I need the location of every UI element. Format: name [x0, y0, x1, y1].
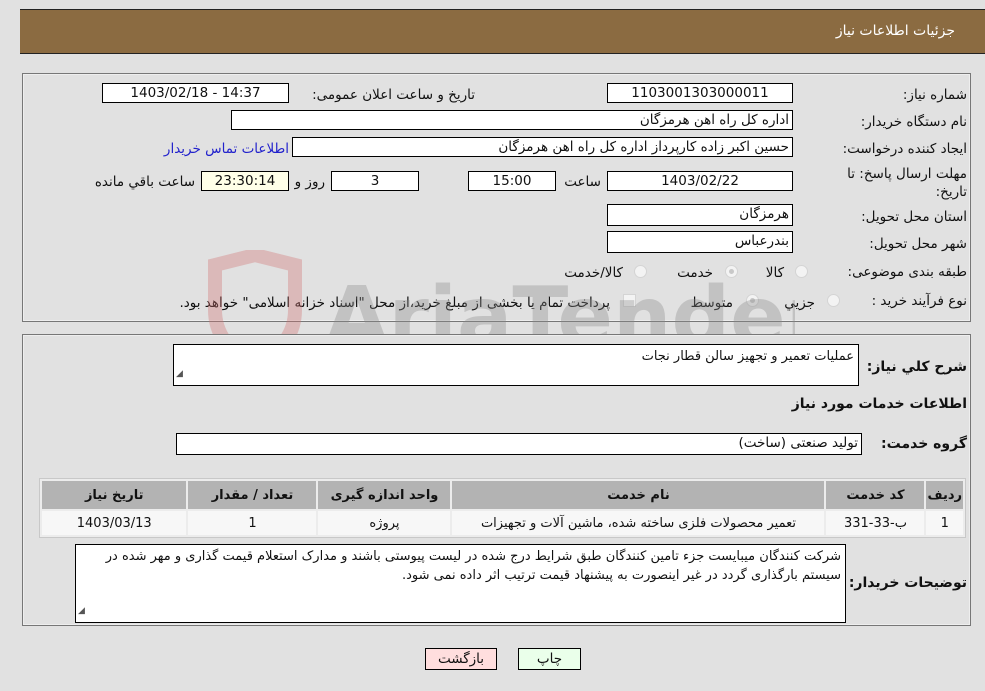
- buyer-notes-text: شرکت کنندگان میبایست جزء تامین کنندگان ط…: [105, 549, 841, 583]
- buyer-contact-link[interactable]: اطلاعات تماس خریدار: [164, 141, 289, 157]
- col-row-number: ردیف: [926, 481, 963, 509]
- page-title: جزئیات اطلاعات نیاز: [835, 23, 955, 39]
- resize-grip-icon[interactable]: ◢: [176, 365, 183, 384]
- buyer-notes-label: توضیحات خریدار:: [848, 575, 967, 591]
- category-option-goods: کالا: [765, 265, 784, 281]
- requester-label: ایجاد کننده درخواست:: [842, 141, 967, 157]
- purchase-type-option-minor: جزیي: [784, 295, 815, 311]
- announce-datetime-field[interactable]: 1403/02/18 - 14:37: [102, 83, 289, 103]
- days-label: روز و: [294, 174, 325, 190]
- col-quantity: تعداد / مقدار: [188, 481, 317, 509]
- purchase-type-radio-medium[interactable]: [746, 294, 759, 307]
- purchase-type-label: نوع فرآیند خرید :: [871, 293, 967, 309]
- resize-grip-icon[interactable]: ◢: [78, 602, 85, 621]
- col-unit: واحد اندازه گیری: [318, 481, 451, 509]
- remaining-label: ساعت باقي مانده: [94, 174, 195, 190]
- need-number-field[interactable]: 1103001303000011: [607, 83, 793, 103]
- services-heading: اطلاعات خدمات مورد نیاز: [791, 396, 967, 412]
- table-row: 1 ب-33-331 تعمیر محصولات فلزی ساخته شده،…: [42, 511, 963, 535]
- deadline-time-field[interactable]: 15:00: [468, 171, 556, 191]
- services-table: ردیف کد خدمت نام خدمت واحد اندازه گیری ت…: [39, 478, 966, 538]
- treasury-checkbox[interactable]: [623, 294, 636, 307]
- category-radio-goods-service[interactable]: [634, 265, 647, 278]
- buyer-notes-textarea[interactable]: شرکت کنندگان میبایست جزء تامین کنندگان ط…: [75, 544, 846, 623]
- description-label: شرح کلي نیاز:: [866, 359, 967, 375]
- category-radio-service[interactable]: [725, 265, 738, 278]
- treasury-note: پرداخت تمام یا بخشی از مبلغ خرید،از محل …: [179, 295, 610, 311]
- announce-datetime-label: تاریخ و ساعت اعلان عمومی:: [312, 87, 475, 103]
- city-field[interactable]: بندرعباس: [607, 231, 793, 253]
- purchase-type-radio-minor[interactable]: [827, 294, 840, 307]
- cell-need-date: 1403/03/13: [42, 511, 187, 535]
- page-header: جزئیات اطلاعات نیاز: [20, 9, 985, 54]
- table-header-row: ردیف کد خدمت نام خدمت واحد اندازه گیری ت…: [42, 481, 963, 509]
- print-button[interactable]: چاپ: [518, 648, 581, 670]
- city-label: شهر محل تحویل:: [869, 236, 967, 252]
- category-option-goods-service: کالا/خدمت: [564, 265, 623, 281]
- province-label: استان محل تحویل:: [861, 209, 967, 225]
- purchase-type-option-medium: متوسط: [690, 295, 733, 311]
- deadline-label: مهلت ارسال پاسخ: تا تاریخ:: [847, 166, 967, 200]
- description-text: عملیات تعمیر و تجهیز سالن قطار نجات: [641, 349, 854, 364]
- service-group-label: گروه خدمت:: [881, 436, 967, 452]
- cell-unit: پروژه: [318, 511, 451, 535]
- requester-field[interactable]: حسین اکبر زاده کارپرداز اداره کل راه اهن…: [292, 137, 793, 157]
- remaining-time-field: 23:30:14: [201, 171, 289, 191]
- province-field[interactable]: هرمزگان: [607, 204, 793, 226]
- buyer-org-field[interactable]: اداره کل راه اهن هرمزگان: [231, 110, 793, 130]
- cell-quantity: 1: [188, 511, 317, 535]
- need-number-label: شماره نیاز:: [902, 87, 967, 103]
- col-service-name: نام خدمت: [452, 481, 825, 509]
- category-radio-goods[interactable]: [795, 265, 808, 278]
- cell-service-code: ب-33-331: [826, 511, 925, 535]
- back-button[interactable]: بازگشت: [425, 648, 497, 670]
- buyer-org-label: نام دستگاه خریدار:: [860, 114, 967, 130]
- service-group-field[interactable]: تولید صنعتی (ساخت): [176, 433, 862, 455]
- category-option-service: خدمت: [677, 265, 713, 281]
- deadline-date-field[interactable]: 1403/02/22: [607, 171, 793, 191]
- cell-row-number: 1: [926, 511, 963, 535]
- deadline-time-label: ساعت: [564, 174, 601, 190]
- cell-service-name: تعمیر محصولات فلزی ساخته شده، ماشین آلات…: [452, 511, 825, 535]
- col-service-code: کد خدمت: [826, 481, 925, 509]
- description-textarea[interactable]: عملیات تعمیر و تجهیز سالن قطار نجات ◢: [173, 344, 859, 386]
- category-label: طبقه بندی موضوعی:: [847, 264, 967, 280]
- remaining-days-field: 3: [331, 171, 419, 191]
- col-need-date: تاریخ نیاز: [42, 481, 187, 509]
